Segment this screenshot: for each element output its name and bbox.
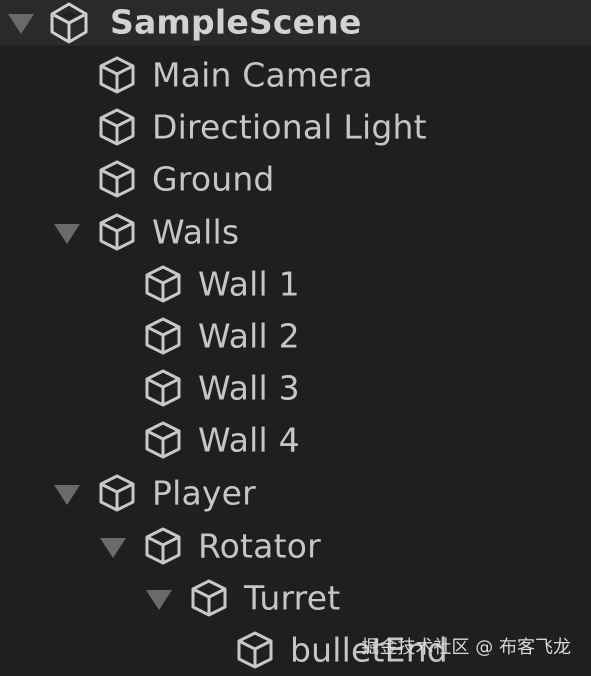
hierarchy-item-label: Directional Light: [152, 107, 427, 147]
hierarchy-item-ground[interactable]: Ground: [0, 153, 591, 205]
hierarchy-item-wall-2[interactable]: Wall 2: [0, 310, 591, 362]
cube-icon: [187, 576, 231, 620]
hierarchy-item-label: Walls: [152, 212, 240, 252]
hierarchy-item-label: Player: [152, 473, 256, 513]
hierarchy-item-wall-4[interactable]: Wall 4: [0, 414, 591, 466]
hierarchy-item-label: Turret: [244, 578, 341, 618]
hierarchy-item-label: Main Camera: [152, 55, 373, 95]
hierarchy-item-label: Wall 1: [198, 264, 300, 304]
hierarchy-item-wall-1[interactable]: Wall 1: [0, 258, 591, 310]
hierarchy-item-label: Wall 4: [198, 420, 300, 460]
cube-icon: [141, 366, 185, 410]
cube-icon: [141, 418, 185, 462]
hierarchy-item-rotator[interactable]: Rotator: [0, 520, 591, 572]
cube-icon: [95, 471, 139, 515]
expand-arrow-icon[interactable]: [54, 224, 80, 244]
hierarchy-item-label: Wall 2: [198, 316, 300, 356]
expand-arrow-icon[interactable]: [8, 14, 34, 34]
cube-icon: [95, 157, 139, 201]
cube-icon: [141, 524, 185, 568]
unity-logo-icon: [46, 0, 90, 44]
hierarchy-scene-row[interactable]: SampleScene: [0, 0, 591, 48]
hierarchy-item-label: Wall 3: [198, 368, 300, 408]
watermark-text: 掘金技术社区 @ 布客飞龙: [361, 637, 571, 658]
hierarchy-item-directional-light[interactable]: Directional Light: [0, 101, 591, 153]
cube-icon: [95, 105, 139, 149]
hierarchy-item-main-camera[interactable]: Main Camera: [0, 49, 591, 101]
hierarchy-item-turret[interactable]: Turret: [0, 572, 591, 624]
cube-icon: [233, 628, 277, 672]
hierarchy-item-walls[interactable]: Walls: [0, 206, 591, 258]
hierarchy-item-label: Rotator: [198, 526, 321, 566]
hierarchy-item-label: Ground: [152, 159, 275, 199]
cube-icon: [141, 314, 185, 358]
expand-arrow-icon[interactable]: [146, 590, 172, 610]
cube-icon: [95, 53, 139, 97]
scene-name: SampleScene: [110, 2, 362, 42]
cube-icon: [95, 210, 139, 254]
expand-arrow-icon[interactable]: [100, 538, 126, 558]
hierarchy-item-wall-3[interactable]: Wall 3: [0, 362, 591, 414]
hierarchy-item-player[interactable]: Player: [0, 467, 591, 519]
expand-arrow-icon[interactable]: [54, 485, 80, 505]
cube-icon: [141, 262, 185, 306]
